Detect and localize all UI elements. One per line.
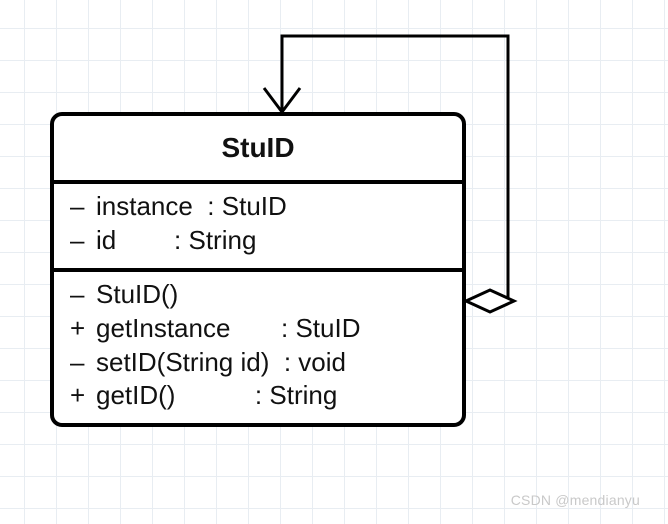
attribute-row: – instance : StuID [70,190,446,224]
colon: : [274,312,296,346]
attr-name: instance [96,190,200,224]
attr-type: String [188,224,256,258]
op-sig: getID() [96,379,248,413]
op-ret: void [298,346,346,380]
visibility: + [70,379,96,413]
operation-row: – StuID() [70,278,446,312]
op-sig: getInstance [96,312,274,346]
operation-row: + getID() : String [70,379,446,413]
visibility: – [70,224,96,258]
uml-class-box: StuID – instance : StuID – id : String –… [50,112,466,427]
watermark: CSDN @mendianyu [511,492,640,508]
op-sig: setID(String id) [96,346,277,380]
visibility: + [70,312,96,346]
class-name: StuID [54,116,462,180]
op-sig: StuID() [96,278,178,312]
colon: : [277,346,299,380]
attributes-compartment: – instance : StuID – id : String [54,180,462,268]
op-ret: String [269,379,337,413]
colon: : [167,224,189,258]
operation-row: + getInstance : StuID [70,312,446,346]
colon: : [200,190,222,224]
operation-row: – setID(String id) : void [70,346,446,380]
visibility: – [70,346,96,380]
attr-name: id [96,224,167,258]
visibility: – [70,190,96,224]
operations-compartment: – StuID() + getInstance : StuID – setID(… [54,268,462,423]
attr-type: StuID [222,190,287,224]
colon: : [248,379,270,413]
attribute-row: – id : String [70,224,446,258]
op-ret: StuID [295,312,360,346]
visibility: – [70,278,96,312]
